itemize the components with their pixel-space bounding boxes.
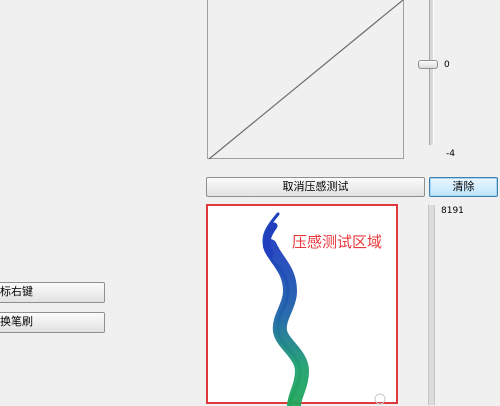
pressure-max-value: 8191 [441, 206, 464, 216]
switch-brush-button[interactable]: 切换笔刷 [0, 312, 105, 333]
pressure-curve-line [208, 0, 404, 160]
pressure-test-area[interactable]: 压感测试区域 [206, 204, 398, 406]
curve-slider-thumb[interactable] [418, 60, 438, 69]
curve-slider-value: 0 [444, 60, 450, 70]
pressure-level-bar [428, 205, 435, 405]
clear-button[interactable]: 清除 [429, 177, 498, 197]
curve-slider-min-label: -4 [446, 149, 455, 159]
curve-slider-track[interactable] [429, 0, 434, 145]
pressure-area-title: 压感测试区域 [292, 233, 383, 251]
cancel-pressure-test-button[interactable]: 取消压感测试 [206, 177, 425, 197]
mouse-right-button[interactable]: 鼠标右键 [0, 282, 105, 303]
pressure-curve-graph[interactable] [207, 0, 404, 160]
